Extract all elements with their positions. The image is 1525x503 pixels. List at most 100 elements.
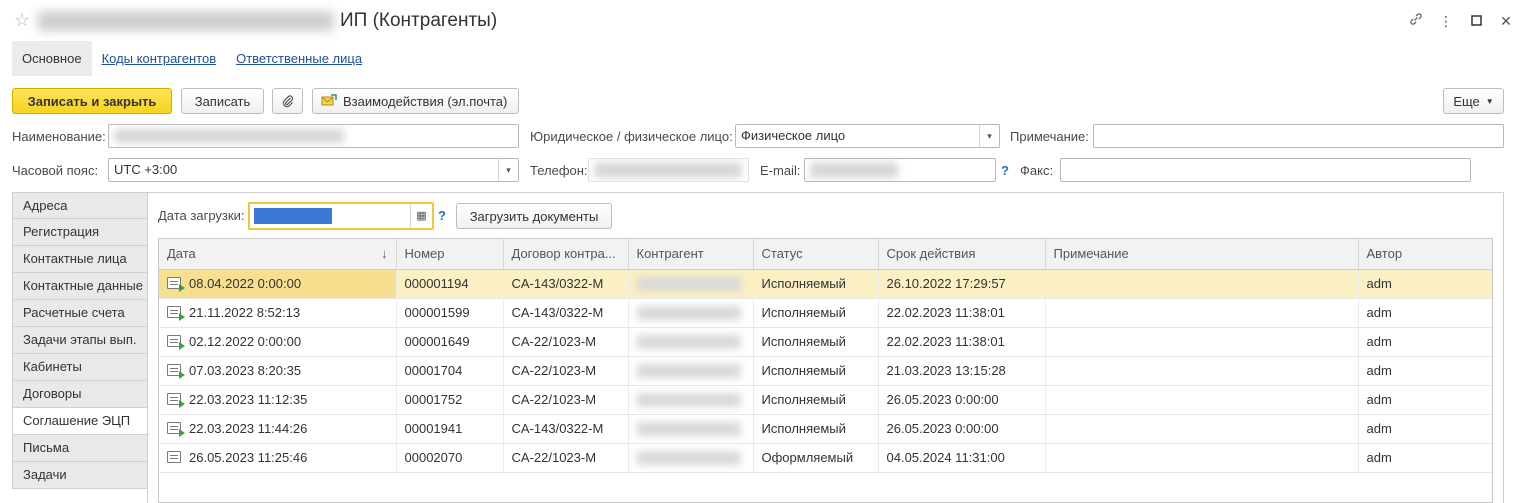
side-tab-contact-persons[interactable]: Контактные лица xyxy=(12,246,148,273)
column-header-contract[interactable]: Договор контра... xyxy=(503,239,629,270)
fax-field[interactable] xyxy=(1060,158,1471,182)
email-help-icon[interactable]: ? xyxy=(1001,163,1009,178)
interactions-email-button[interactable]: Взаимодействия (эл.почта) xyxy=(312,88,519,114)
column-header-date[interactable]: Дата ↓ xyxy=(159,239,397,270)
cell-status[interactable]: Исполняемый xyxy=(753,414,879,444)
email-field[interactable] xyxy=(804,158,996,182)
cell-contract[interactable]: CA-22/1023-M xyxy=(503,327,629,357)
side-tab-addresses[interactable]: Адреса xyxy=(12,192,148,219)
close-icon[interactable]: ✕ xyxy=(1499,13,1513,29)
column-header-status[interactable]: Статус xyxy=(753,239,879,270)
favorite-star-icon[interactable]: ☆ xyxy=(14,11,30,29)
tab-responsible-persons[interactable]: Ответственные лица xyxy=(226,41,372,76)
cell-author[interactable]: adm xyxy=(1358,414,1492,444)
cell-author[interactable]: adm xyxy=(1358,327,1492,357)
calendar-icon[interactable]: ▦ xyxy=(410,204,432,228)
cell-status[interactable]: Исполняемый xyxy=(753,385,879,415)
cell-number[interactable]: 000001194 xyxy=(396,269,504,299)
more-vertical-icon[interactable]: ⋮ xyxy=(1439,13,1453,29)
timezone-select[interactable]: UTC +3:00 ▾ xyxy=(108,158,519,182)
cell-note[interactable] xyxy=(1045,356,1359,386)
cell-valid-until[interactable]: 26.05.2023 0:00:00 xyxy=(878,414,1046,444)
cell-date[interactable]: 22.03.2023 11:44:26 xyxy=(159,414,397,444)
cell-status[interactable]: Исполняемый xyxy=(753,356,879,386)
cell-counterparty[interactable] xyxy=(628,356,754,386)
cell-counterparty[interactable] xyxy=(628,298,754,328)
name-field[interactable] xyxy=(108,124,519,148)
maximize-icon[interactable] xyxy=(1469,13,1483,29)
table-row[interactable]: 21.11.2022 8:52:13 000001599 CA-143/0322-M… xyxy=(159,298,1492,328)
more-button[interactable]: Еще ▼ xyxy=(1443,88,1504,114)
side-tab-letters[interactable]: Письма xyxy=(12,435,148,462)
tab-main[interactable]: Основное xyxy=(12,41,92,76)
cell-number[interactable]: 00001704 xyxy=(396,356,504,386)
cell-date[interactable]: 02.12.2022 0:00:00 xyxy=(159,327,397,357)
cell-number[interactable]: 000001599 xyxy=(396,298,504,328)
cell-counterparty[interactable] xyxy=(628,385,754,415)
cell-valid-until[interactable]: 04.05.2024 11:31:00 xyxy=(878,443,1046,473)
cell-author[interactable]: adm xyxy=(1358,269,1492,299)
cell-status[interactable]: Исполняемый xyxy=(753,269,879,299)
column-header-author[interactable]: Автор xyxy=(1358,239,1492,270)
cell-author[interactable]: adm xyxy=(1358,385,1492,415)
link-icon[interactable] xyxy=(1409,12,1423,29)
cell-note[interactable] xyxy=(1045,269,1359,299)
cell-contract[interactable]: CA-22/1023-M xyxy=(503,356,629,386)
cell-valid-until[interactable]: 26.05.2023 0:00:00 xyxy=(878,385,1046,415)
cell-contract[interactable]: CA-22/1023-M xyxy=(503,385,629,415)
cell-note[interactable] xyxy=(1045,414,1359,444)
cell-contract[interactable]: CA-143/0322-M xyxy=(503,269,629,299)
dropdown-arrow-icon[interactable]: ▾ xyxy=(498,159,518,181)
note-field[interactable] xyxy=(1093,124,1504,148)
cell-number[interactable]: 00001941 xyxy=(396,414,504,444)
cell-note[interactable] xyxy=(1045,443,1359,473)
side-tab-contracts[interactable]: Договоры xyxy=(12,381,148,408)
cell-number[interactable]: 000001649 xyxy=(396,327,504,357)
save-and-close-button[interactable]: Записать и закрыть xyxy=(12,88,172,114)
side-tab-tasks-stages[interactable]: Задачи этапы вып. xyxy=(12,327,148,354)
side-tab-bank-accounts[interactable]: Расчетные счета xyxy=(12,300,148,327)
tab-counterparty-codes[interactable]: Коды контрагентов xyxy=(92,41,227,76)
cell-number[interactable]: 00002070 xyxy=(396,443,504,473)
load-documents-button[interactable]: Загрузить документы xyxy=(456,203,612,229)
cell-valid-until[interactable]: 26.10.2022 17:29:57 xyxy=(878,269,1046,299)
cell-status[interactable]: Оформляемый xyxy=(753,443,879,473)
cell-counterparty[interactable] xyxy=(628,269,754,299)
cell-valid-until[interactable]: 22.02.2023 11:38:01 xyxy=(878,327,1046,357)
load-date-help-icon[interactable]: ? xyxy=(438,208,446,223)
save-button[interactable]: Записать xyxy=(181,88,264,114)
cell-contract[interactable]: CA-22/1023-M xyxy=(503,443,629,473)
side-tab-eds-agreement[interactable]: Соглашение ЭЦП xyxy=(12,408,149,435)
cell-number[interactable]: 00001752 xyxy=(396,385,504,415)
side-tab-cabinets[interactable]: Кабинеты xyxy=(12,354,148,381)
column-header-note[interactable]: Примечание xyxy=(1045,239,1359,270)
load-date-input[interactable]: ▦ xyxy=(248,202,434,230)
cell-counterparty[interactable] xyxy=(628,443,754,473)
cell-valid-until[interactable]: 21.03.2023 13:15:28 xyxy=(878,356,1046,386)
table-row[interactable]: 02.12.2022 0:00:00 000001649 CA-22/1023-M И… xyxy=(159,327,1492,357)
cell-contract[interactable]: CA-143/0322-M xyxy=(503,414,629,444)
column-header-number[interactable]: Номер xyxy=(396,239,504,270)
cell-contract[interactable]: CA-143/0322-M xyxy=(503,298,629,328)
table-row[interactable]: 07.03.2023 8:20:35 00001704 CA-22/1023-M Ис… xyxy=(159,356,1492,386)
cell-date[interactable]: 08.04.2022 0:00:00 xyxy=(159,269,397,299)
phone-field[interactable] xyxy=(588,158,749,182)
cell-status[interactable]: Исполняемый xyxy=(753,298,879,328)
cell-author[interactable]: adm xyxy=(1358,298,1492,328)
side-tab-tasks[interactable]: Задачи xyxy=(12,462,148,489)
side-tab-contact-data[interactable]: Контактные данные xyxy=(12,273,148,300)
cell-author[interactable]: adm xyxy=(1358,356,1492,386)
cell-date[interactable]: 26.05.2023 11:25:46 xyxy=(159,443,397,473)
cell-counterparty[interactable] xyxy=(628,414,754,444)
cell-note[interactable] xyxy=(1045,385,1359,415)
cell-valid-until[interactable]: 22.02.2023 11:38:01 xyxy=(878,298,1046,328)
entity-type-select[interactable]: Физическое лицо ▾ xyxy=(735,124,1000,148)
cell-date[interactable]: 22.03.2023 11:12:35 xyxy=(159,385,397,415)
table-row[interactable]: 22.03.2023 11:12:35 00001752 CA-22/1023-M И… xyxy=(159,385,1492,415)
dropdown-arrow-icon[interactable]: ▾ xyxy=(979,125,999,147)
cell-note[interactable] xyxy=(1045,327,1359,357)
column-header-counterparty[interactable]: Контрагент xyxy=(628,239,754,270)
side-tab-registration[interactable]: Регистрация xyxy=(12,219,148,246)
table-row[interactable]: 22.03.2023 11:44:26 00001941 CA-143/0322-M… xyxy=(159,414,1492,444)
table-row[interactable]: 26.05.2023 11:25:46 00002070 CA-22/1023-M О… xyxy=(159,443,1492,473)
